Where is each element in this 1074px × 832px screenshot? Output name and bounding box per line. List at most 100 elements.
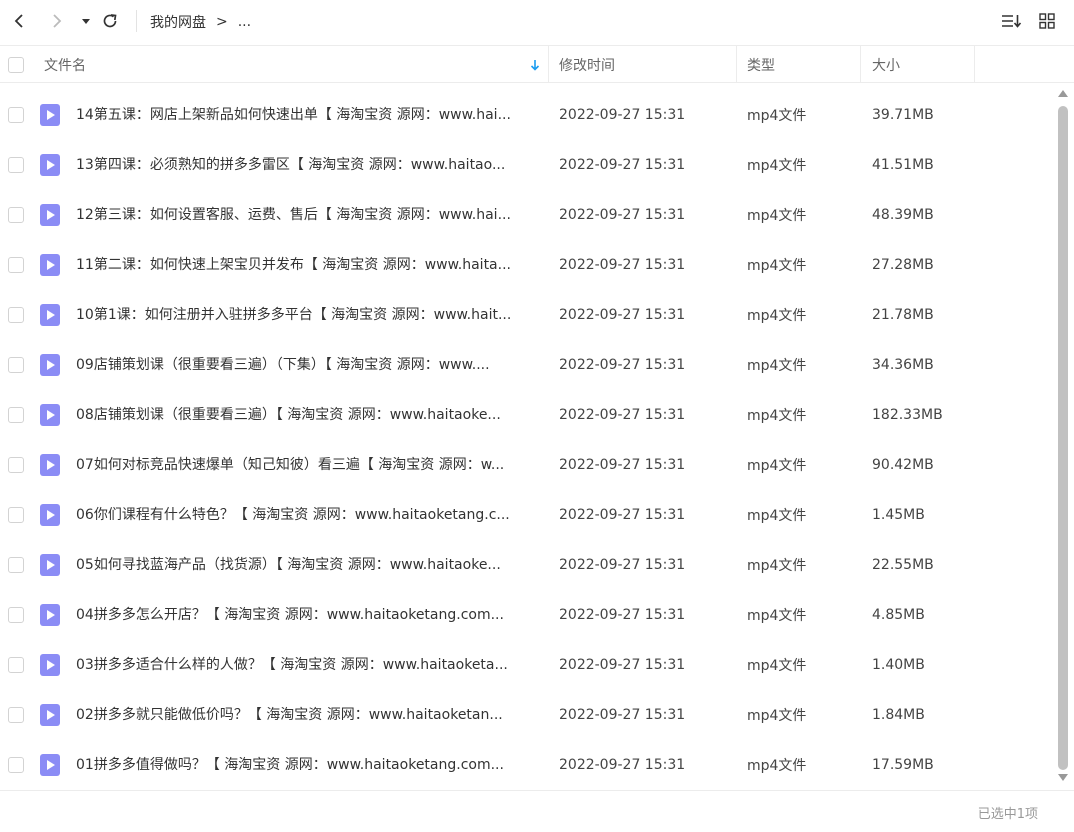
file-modified-time: 2022-09-27 15:31 — [559, 107, 686, 123]
column-size[interactable]: 大小 — [872, 46, 900, 83]
column-divider[interactable] — [860, 46, 861, 83]
row-checkbox[interactable] — [8, 640, 24, 690]
file-row[interactable]: 05如何寻找蓝海产品（找货源）【 海淘宝资 源网：www.haitaoke...… — [0, 540, 1055, 590]
file-type: mp4文件 — [747, 558, 807, 574]
row-checkbox[interactable] — [8, 140, 24, 190]
row-checkbox[interactable] — [8, 540, 24, 590]
file-name[interactable]: 13第四课：必须熟知的拼多多雷区【 海淘宝资 源网：www.haitao... — [76, 140, 542, 190]
file-modified-time: 2022-09-27 15:31 — [559, 507, 686, 523]
file-modified-time: 2022-09-27 15:31 — [559, 357, 686, 373]
video-file-icon — [40, 490, 60, 540]
forward-icon[interactable] — [46, 10, 68, 32]
row-checkbox[interactable] — [8, 190, 24, 240]
file-row[interactable]: 04拼多多怎么开店？【 海淘宝资 源网：www.haitaoketang.com… — [0, 590, 1055, 640]
breadcrumb-root[interactable]: 我的网盘 — [150, 12, 206, 32]
file-row[interactable]: 09店铺策划课（很重要看三遍）（下集）【 海淘宝资 源网：www.... 2022… — [0, 340, 1055, 390]
file-size: 34.36MB — [872, 357, 934, 373]
file-row[interactable]: 02拼多多就只能做低价吗？【 海淘宝资 源网：www.haitaoketan..… — [0, 690, 1055, 740]
file-type: mp4文件 — [747, 358, 807, 374]
file-modified-time: 2022-09-27 15:31 — [559, 407, 686, 423]
file-row[interactable]: 08店铺策划课（很重要看三遍）【 海淘宝资 源网：www.haitaoke...… — [0, 390, 1055, 440]
scrollbar[interactable] — [1055, 88, 1072, 788]
file-modified-time: 2022-09-27 15:31 — [559, 557, 686, 573]
row-checkbox[interactable] — [8, 740, 24, 790]
file-size: 90.42MB — [872, 457, 934, 473]
video-file-icon — [40, 690, 60, 740]
file-type: mp4文件 — [747, 458, 807, 474]
back-icon[interactable] — [8, 10, 30, 32]
file-name[interactable]: 05如何寻找蓝海产品（找货源）【 海淘宝资 源网：www.haitaoke... — [76, 540, 542, 590]
file-modified-time: 2022-09-27 15:31 — [559, 657, 686, 673]
file-modified-time: 2022-09-27 15:31 — [559, 457, 686, 473]
file-type: mp4文件 — [747, 758, 807, 774]
sort-icon[interactable] — [1000, 10, 1022, 32]
scrollbar-thumb[interactable] — [1058, 106, 1068, 770]
video-file-icon — [40, 590, 60, 640]
file-row[interactable]: 11第二课：如何快速上架宝贝并发布【 海淘宝资 源网：www.haita... 2… — [0, 240, 1055, 290]
toolbar: 我的网盘 > ... — [0, 0, 1074, 46]
column-type[interactable]: 类型 — [747, 46, 775, 83]
file-name[interactable]: 08店铺策划课（很重要看三遍）【 海淘宝资 源网：www.haitaoke... — [76, 390, 542, 440]
video-file-icon — [40, 140, 60, 190]
file-type: mp4文件 — [747, 408, 807, 424]
file-size: 1.45MB — [872, 507, 925, 523]
column-divider[interactable] — [974, 46, 975, 83]
row-checkbox[interactable] — [8, 240, 24, 290]
file-type: mp4文件 — [747, 208, 807, 224]
file-name[interactable]: 09店铺策划课（很重要看三遍）（下集）【 海淘宝资 源网：www.... — [76, 340, 542, 390]
file-name[interactable]: 06你们课程有什么特色？【 海淘宝资 源网：www.haitaoketang.c… — [76, 490, 542, 540]
file-name[interactable]: 14第五课：网店上架新品如何快速出单【 海淘宝资 源网：www.hai... — [76, 90, 542, 140]
grid-view-icon[interactable] — [1036, 10, 1058, 32]
video-file-icon — [40, 640, 60, 690]
file-modified-time: 2022-09-27 15:31 — [559, 707, 686, 723]
video-file-icon — [40, 390, 60, 440]
file-row[interactable]: 06你们课程有什么特色？【 海淘宝资 源网：www.haitaoketang.c… — [0, 490, 1055, 540]
row-checkbox[interactable] — [8, 390, 24, 440]
file-name[interactable]: 10第1课：如何注册并入驻拼多多平台【 海淘宝资 源网：www.hait... — [76, 290, 542, 340]
file-row[interactable]: 07如何对标竞品快速爆单（知己知彼）看三遍【 海淘宝资 源网：w... 2022-… — [0, 440, 1055, 490]
file-name[interactable]: 02拼多多就只能做低价吗？【 海淘宝资 源网：www.haitaoketan..… — [76, 690, 542, 740]
sort-arrow-icon[interactable] — [530, 46, 540, 83]
selection-status: 已选中1项 — [977, 807, 1038, 822]
column-divider[interactable] — [548, 46, 549, 83]
file-name[interactable]: 12第三课：如何设置客服、运费、售后【 海淘宝资 源网：www.hai... — [76, 190, 542, 240]
row-checkbox[interactable] — [8, 340, 24, 390]
scroll-up-arrow[interactable] — [1058, 90, 1068, 97]
column-header: 文件名 修改时间 类型 大小 — [0, 46, 1074, 83]
row-checkbox[interactable] — [8, 90, 24, 140]
file-name[interactable]: 01拼多多值得做吗？【 海淘宝资 源网：www.haitaoketang.com… — [76, 740, 542, 790]
file-row[interactable]: 03拼多多适合什么样的人做？【 海淘宝资 源网：www.haitaoketa..… — [0, 640, 1055, 690]
file-row[interactable]: 12第三课：如何设置客服、运费、售后【 海淘宝资 源网：www.hai... 20… — [0, 190, 1055, 240]
refresh-icon[interactable] — [99, 10, 121, 32]
file-row[interactable]: 10第1课：如何注册并入驻拼多多平台【 海淘宝资 源网：www.hait... 2… — [0, 290, 1055, 340]
file-size: 182.33MB — [872, 407, 943, 423]
file-name[interactable]: 07如何对标竞品快速爆单（知己知彼）看三遍【 海淘宝资 源网：w... — [76, 440, 542, 490]
column-modified[interactable]: 修改时间 — [559, 46, 615, 83]
file-name[interactable]: 03拼多多适合什么样的人做？【 海淘宝资 源网：www.haitaoketa..… — [76, 640, 542, 690]
file-row[interactable]: 01拼多多值得做吗？【 海淘宝资 源网：www.haitaoketang.com… — [0, 740, 1055, 790]
row-checkbox[interactable] — [8, 490, 24, 540]
row-checkbox[interactable] — [8, 590, 24, 640]
row-checkbox[interactable] — [8, 440, 24, 490]
file-row[interactable]: 13第四课：必须熟知的拼多多雷区【 海淘宝资 源网：www.haitao... 2… — [0, 140, 1055, 190]
dropdown-icon[interactable] — [75, 10, 97, 32]
toolbar-divider — [136, 10, 137, 32]
column-divider[interactable] — [736, 46, 737, 83]
breadcrumb: 我的网盘 > ... — [150, 12, 251, 32]
row-checkbox[interactable] — [8, 290, 24, 340]
status-bar: 已选中1项 — [0, 790, 1074, 832]
file-row[interactable]: 14第五课：网店上架新品如何快速出单【 海淘宝资 源网：www.hai... 20… — [0, 90, 1055, 140]
file-name[interactable]: 04拼多多怎么开店？【 海淘宝资 源网：www.haitaoketang.com… — [76, 590, 542, 640]
file-size: 22.55MB — [872, 557, 934, 573]
file-name[interactable]: 11第二课：如何快速上架宝贝并发布【 海淘宝资 源网：www.haita... — [76, 240, 542, 290]
select-all-checkbox[interactable] — [8, 46, 24, 83]
scroll-down-arrow[interactable] — [1058, 774, 1068, 781]
file-modified-time: 2022-09-27 15:31 — [559, 157, 686, 173]
video-file-icon — [40, 740, 60, 790]
file-type: mp4文件 — [747, 608, 807, 624]
breadcrumb-more[interactable]: ... — [238, 14, 251, 30]
column-name[interactable]: 文件名 — [44, 46, 86, 83]
row-checkbox[interactable] — [8, 690, 24, 740]
video-file-icon — [40, 190, 60, 240]
file-size: 1.40MB — [872, 657, 925, 673]
